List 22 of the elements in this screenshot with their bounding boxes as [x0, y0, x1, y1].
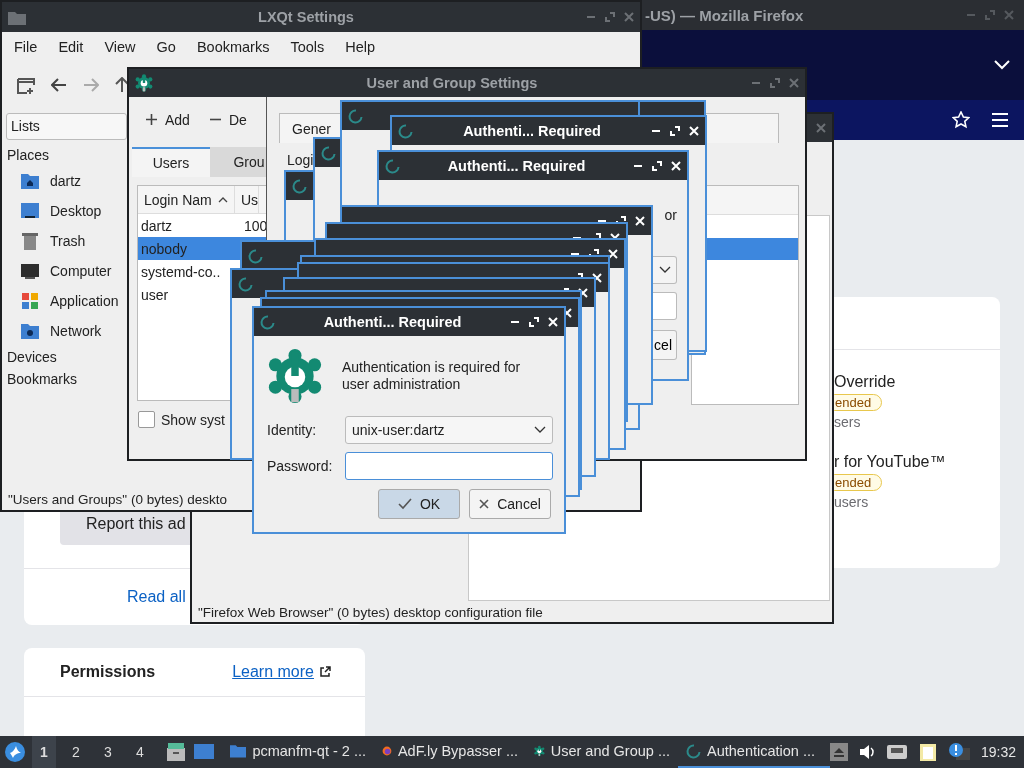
field-label: Identity:	[267, 422, 318, 438]
field-label: Password:	[267, 458, 334, 474]
table-cell-text: user	[140, 286, 170, 303]
table-cell-text: nobody	[140, 240, 188, 257]
status-text: "Firefox Web Browser" (0 bytes) desktop configuration file	[198, 604, 543, 620]
window-title: -US) — Mozilla Firefox	[645, 6, 804, 24]
dialog-message: or	[664, 207, 677, 223]
table-cell-text: systemd-co..	[140, 263, 222, 280]
window-title: User and Group Settings	[365, 75, 539, 91]
field-label: Logi	[287, 152, 314, 168]
window-title: LXQt Settings	[257, 9, 355, 25]
clock: 19:32	[980, 744, 1016, 760]
dialog-message: Authentication is required for user administration	[342, 359, 522, 393]
checkbox-label: Show syst	[161, 411, 225, 428]
status-text: "Users and Groups" (0 bytes) deskto	[8, 491, 227, 507]
user-count: users	[834, 494, 869, 510]
window-title: Authenti... Required	[462, 123, 602, 139]
window-title: Authenti... Required	[446, 158, 587, 174]
table-cell-text: dartz	[140, 217, 174, 234]
window-title: Authenti... Required	[322, 314, 463, 330]
section-heading: Permissions	[60, 663, 157, 681]
user-count: sers	[834, 414, 861, 430]
